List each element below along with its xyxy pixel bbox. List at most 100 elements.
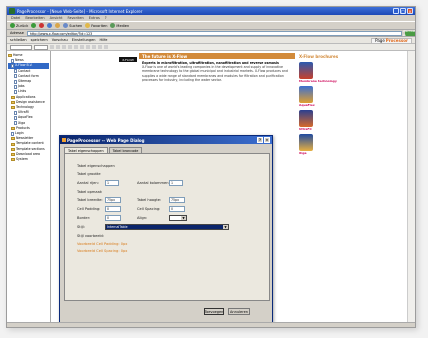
minimize-button[interactable]: _ xyxy=(393,8,399,14)
main-text[interactable]: Experts in microfiltration, ultrafiltrat… xyxy=(139,59,295,84)
folder-icon xyxy=(11,137,15,141)
width-input[interactable]: 75px xyxy=(105,197,121,203)
cellspace-label: Cell Spacing: xyxy=(137,207,161,211)
refresh-icon[interactable] xyxy=(47,23,53,28)
style-label: Stijl: xyxy=(77,225,85,229)
page-icon xyxy=(14,84,17,89)
vertical-scrollbar[interactable] xyxy=(407,51,415,327)
bold-icon[interactable] xyxy=(50,45,54,49)
add-button[interactable]: Toevoegen xyxy=(204,308,224,315)
product-label-xiga[interactable]: Xiga xyxy=(299,151,339,155)
menu-edit[interactable]: Bearbeiten xyxy=(25,16,44,20)
align-left-icon[interactable] xyxy=(68,45,72,49)
page-icon xyxy=(14,121,17,126)
product-image xyxy=(299,110,313,127)
folder-icon xyxy=(11,147,15,151)
page-icon xyxy=(14,79,17,84)
star-icon xyxy=(85,23,91,28)
window-title: PageProcessor - [Neue Web-Seite] - Micro… xyxy=(17,8,143,14)
menu-view[interactable]: Ansicht xyxy=(50,16,63,20)
align-select[interactable]: ▼ xyxy=(169,215,187,221)
list-icon[interactable] xyxy=(86,45,90,49)
main-text-body: X-Flow is one of world's leading compani… xyxy=(142,65,288,82)
preview-cellpadding: Voorbeeld Cell Padding: 0px xyxy=(77,242,128,246)
search-icon xyxy=(63,23,69,28)
rows-input[interactable]: 1 xyxy=(105,180,119,186)
table-dialog: PageProcessor -- Web Page Dialog ? × Tab… xyxy=(59,135,273,323)
dialog-tab-body: Tabel eigenschappen Tabel grootte Aantal… xyxy=(64,153,270,301)
cellpad-input[interactable]: 0 xyxy=(105,206,121,212)
section-heading: Tabel eigenschappen xyxy=(77,164,115,168)
close-button[interactable]: × xyxy=(407,8,413,14)
editor-menu-preview[interactable]: Vorschau xyxy=(52,38,68,42)
address-bar: Adresse http://www.x-flow.com/editor/?id… xyxy=(7,29,415,37)
status-bar xyxy=(7,322,415,327)
back-button[interactable]: Zurück xyxy=(10,23,28,28)
page-main-column: The future is X-Flow Experts in microfil… xyxy=(139,53,295,84)
product-label-aquaflex[interactable]: AquaFlex xyxy=(299,103,339,107)
table-form: Tabel eigenschappen Tabel grootte Aantal… xyxy=(77,162,267,302)
editor-menu-save[interactable]: speichern xyxy=(31,38,48,42)
site-tree: Home News X-Flow B.V. Contact Contact fo… xyxy=(7,51,51,327)
product-image xyxy=(299,134,313,151)
tree-item-system[interactable]: System xyxy=(8,157,49,162)
address-input[interactable]: http://www.x-flow.com/editor/?id=123 xyxy=(26,30,402,36)
page-icon xyxy=(14,90,17,95)
underline-icon[interactable] xyxy=(62,45,66,49)
menu-help[interactable]: ? xyxy=(105,16,107,20)
dialog-help-button[interactable]: ? xyxy=(257,137,263,143)
media-icon xyxy=(110,23,116,28)
align-center-icon[interactable] xyxy=(74,45,78,49)
dialog-title-bar[interactable]: PageProcessor -- Web Page Dialog ? × xyxy=(60,136,272,144)
folder-icon xyxy=(11,106,15,110)
height-input[interactable]: 75px xyxy=(169,197,185,203)
chevron-down-icon: ▼ xyxy=(223,224,228,229)
stop-icon[interactable] xyxy=(39,23,45,28)
product-label-ultrafil[interactable]: UltraFil xyxy=(299,127,339,131)
menu-file[interactable]: Datei xyxy=(11,16,20,20)
table-icon[interactable] xyxy=(92,45,96,49)
dialog-close-button[interactable]: × xyxy=(264,137,270,143)
image-icon[interactable] xyxy=(98,45,102,49)
search-button[interactable]: Suchen xyxy=(63,23,82,28)
address-label: Adresse xyxy=(10,31,24,35)
home-icon[interactable] xyxy=(55,23,61,28)
maximize-button[interactable]: □ xyxy=(400,8,406,14)
cancel-button[interactable]: Annuleren xyxy=(228,308,250,315)
editor-menu-close[interactable]: schließen xyxy=(10,38,27,42)
height-label: Tabel hoogte: xyxy=(137,198,162,202)
page-icon xyxy=(11,64,14,68)
page-icon xyxy=(14,74,17,79)
cellpad-label: Cell Padding: xyxy=(77,207,101,211)
forward-arrow-icon[interactable] xyxy=(31,23,37,28)
cellspace-input[interactable]: 0 xyxy=(169,206,185,212)
folder-icon xyxy=(11,95,15,99)
align-right-icon[interactable] xyxy=(80,45,84,49)
editor-menu-settings[interactable]: Einstellungen xyxy=(72,38,96,42)
product-image xyxy=(299,86,313,103)
menu-favorites[interactable]: Favoriten xyxy=(68,16,84,20)
page-icon xyxy=(14,69,17,74)
border-input[interactable]: 0 xyxy=(105,215,121,221)
back-arrow-icon xyxy=(10,23,15,28)
link-icon[interactable] xyxy=(104,45,108,49)
italic-icon[interactable] xyxy=(56,45,60,49)
folder-icon xyxy=(11,126,15,130)
favorites-button[interactable]: Favoriten xyxy=(85,23,107,28)
format-toolbar xyxy=(7,44,415,51)
menu-tools[interactable]: Extras xyxy=(89,16,100,20)
style-select[interactable]: InternalTable ▼ xyxy=(105,224,229,230)
cols-input[interactable]: 1 xyxy=(169,180,183,186)
go-button[interactable]: Wechseln zu xyxy=(403,29,415,37)
browser-toolbar: Zurück Suchen Favoriten Medien xyxy=(7,21,415,30)
editor-menu-help[interactable]: Hilfe xyxy=(99,38,107,42)
style-select[interactable] xyxy=(10,44,32,50)
font-size-select[interactable] xyxy=(34,44,48,50)
folder-icon xyxy=(11,100,15,104)
editor-menu-bar: schließen speichern Vorschau Einstellung… xyxy=(7,37,415,44)
page-left-column: X-FLOW xyxy=(119,53,139,62)
dialog-title: PageProcessor -- Web Page Dialog xyxy=(67,137,145,143)
layout-heading: Tabel opmaak xyxy=(77,190,102,194)
media-button[interactable]: Medien xyxy=(110,23,129,28)
width-label: Tabel breedte: xyxy=(77,198,103,202)
